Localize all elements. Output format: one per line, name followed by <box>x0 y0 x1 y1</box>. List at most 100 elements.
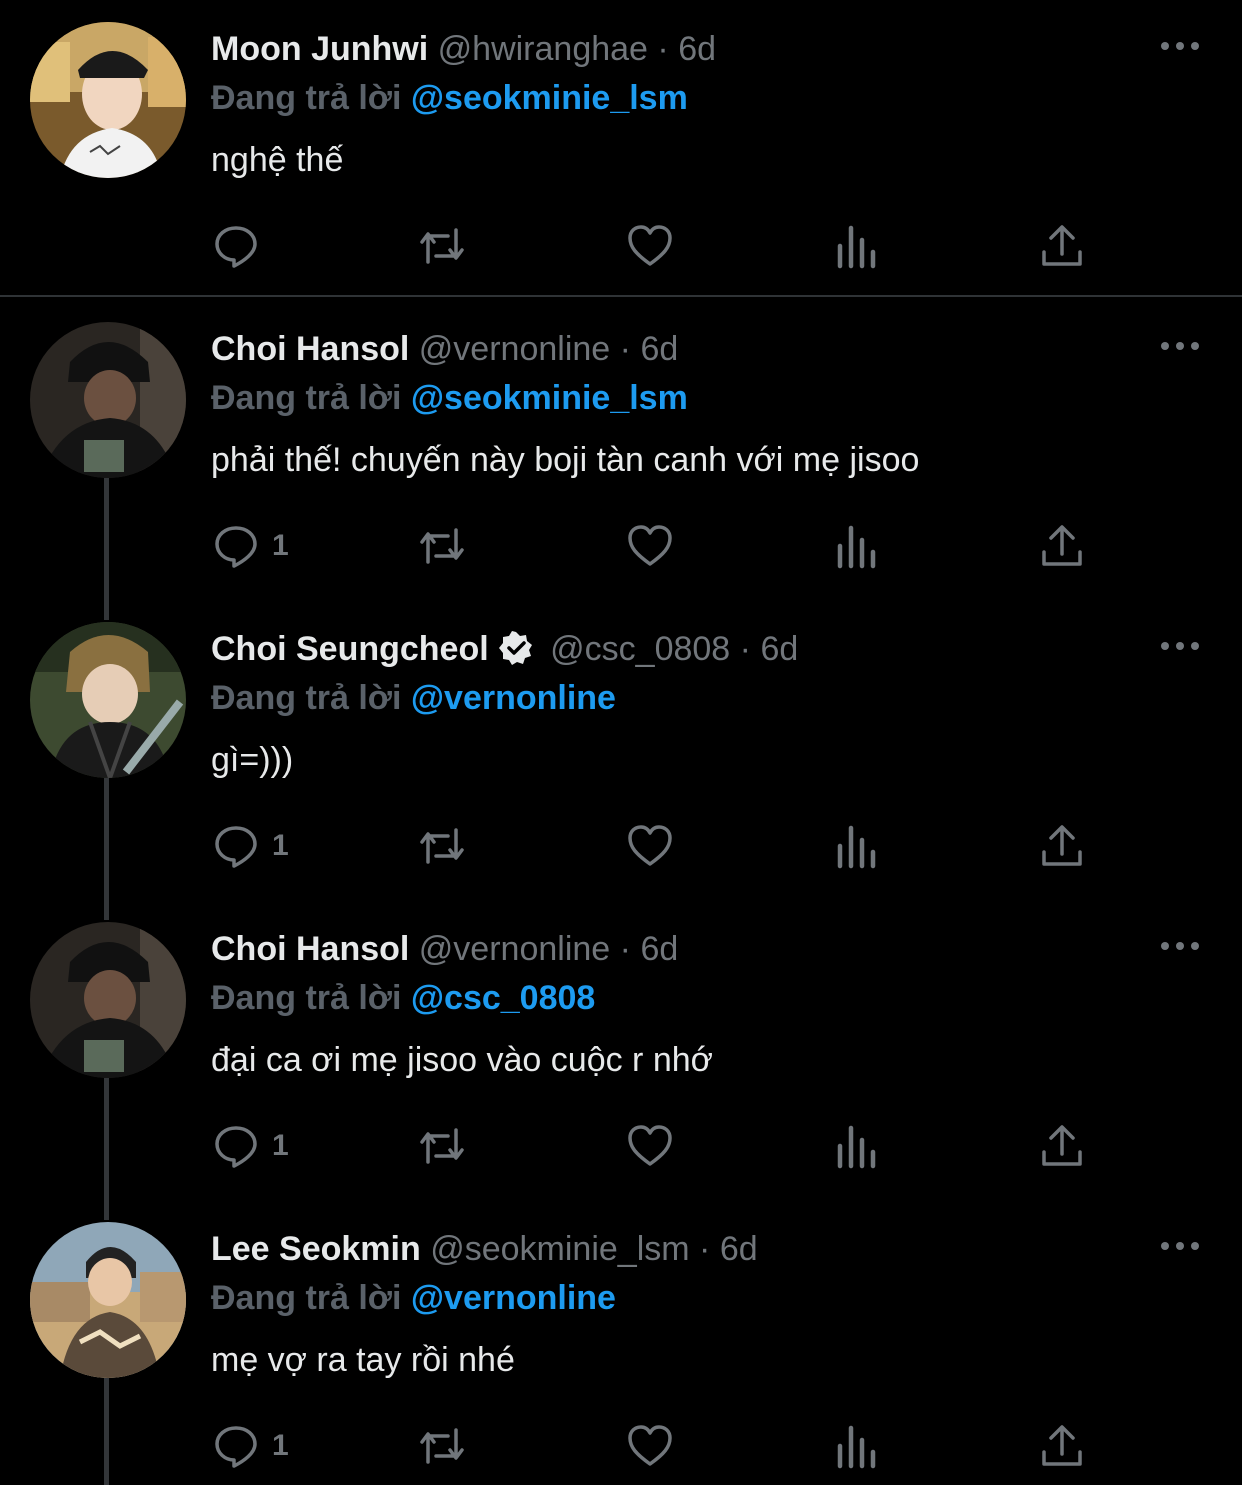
share-icon <box>1042 825 1082 866</box>
timestamp[interactable]: 6d <box>640 330 678 368</box>
separator-dot: · <box>699 1230 711 1268</box>
retweet-button[interactable] <box>418 816 466 876</box>
tweet-actions: 1 <box>0 816 1242 876</box>
reply-button[interactable]: 1 <box>212 816 289 876</box>
display-name[interactable]: Moon Junhwi <box>211 30 428 68</box>
avatar[interactable] <box>30 1222 186 1378</box>
tweet-text: đại ca ơi mẹ jisoo vào cuộc r nhớ <box>211 1041 713 1079</box>
avatar[interactable] <box>30 922 186 1078</box>
analytics-button[interactable] <box>832 516 880 576</box>
tweet-text: phải thế! chuyến này boji tàn canh với m… <box>211 441 920 479</box>
analytics-button[interactable] <box>832 1116 880 1176</box>
like-button[interactable] <box>626 816 674 876</box>
like-icon <box>628 1425 672 1466</box>
tweet-actions: 1 <box>0 1416 1242 1476</box>
display-name[interactable]: Choi Hansol <box>211 930 409 968</box>
more-options-icon[interactable] <box>1158 936 1202 956</box>
reply-button[interactable]: 1 <box>212 516 289 576</box>
mention-link[interactable]: @csc_0808 <box>411 979 595 1017</box>
analytics-icon <box>837 225 876 269</box>
tweet-actions <box>0 216 1242 276</box>
analytics-button[interactable] <box>832 816 880 876</box>
reply-icon <box>215 826 257 868</box>
avatar[interactable] <box>30 322 186 478</box>
replying-to: Đang trả lời @vernonline <box>211 677 616 719</box>
share-button[interactable] <box>1038 516 1086 576</box>
retweet-button[interactable] <box>418 1416 466 1476</box>
timestamp[interactable]: 6d <box>760 630 798 668</box>
share-button[interactable] <box>1038 1116 1086 1176</box>
reply-button[interactable]: 1 <box>212 1416 289 1476</box>
like-button[interactable] <box>626 1116 674 1176</box>
tweet[interactable]: Choi Seungcheol @csc_0808 · 6d Đang trả … <box>0 600 1242 900</box>
reply-count: 1 <box>272 529 289 562</box>
separator-dot: · <box>619 930 631 968</box>
retweet-icon <box>420 528 464 564</box>
user-handle[interactable]: @vernonline <box>419 330 610 368</box>
timestamp[interactable]: 6d <box>640 930 678 968</box>
avatar[interactable] <box>30 622 186 778</box>
user-handle[interactable]: @vernonline <box>419 930 610 968</box>
reply-button[interactable]: 1 <box>212 1116 289 1176</box>
tweet-text: gì=))) <box>211 741 294 779</box>
more-options-icon[interactable] <box>1158 36 1202 56</box>
mention-link[interactable]: @vernonline <box>411 679 616 717</box>
like-icon <box>628 1125 672 1166</box>
mention-link[interactable]: @seokminie_lsm <box>411 79 688 117</box>
replying-to-label: Đang trả lời <box>211 79 402 117</box>
analytics-icon <box>837 1125 876 1169</box>
like-button[interactable] <box>626 516 674 576</box>
tweet[interactable]: Moon Junhwi @hwiranghae · 6d Đang trả lờ… <box>0 0 1242 295</box>
display-name[interactable]: Choi Hansol <box>211 330 409 368</box>
retweet-icon <box>420 1428 464 1464</box>
share-button[interactable] <box>1038 816 1086 876</box>
tweet[interactable]: Choi Hansol @vernonline · 6d Đang trả lờ… <box>0 300 1242 600</box>
replying-to-label: Đang trả lời <box>211 679 402 717</box>
retweet-button[interactable] <box>418 1116 466 1176</box>
reply-button[interactable] <box>212 216 272 276</box>
more-options-icon[interactable] <box>1158 636 1202 656</box>
display-name[interactable]: Lee Seokmin <box>211 1230 421 1268</box>
display-name[interactable]: Choi Seungcheol <box>211 630 489 668</box>
tweet-header: Choi Hansol @vernonline · 6d <box>211 928 678 970</box>
like-button[interactable] <box>626 1416 674 1476</box>
replying-to-label: Đang trả lời <box>211 379 402 417</box>
tweet-actions: 1 <box>0 1116 1242 1176</box>
avatar[interactable] <box>30 22 186 178</box>
analytics-icon <box>837 525 876 569</box>
tweet-header: Choi Seungcheol @csc_0808 · 6d <box>211 628 798 670</box>
share-icon <box>1042 225 1082 266</box>
timestamp[interactable]: 6d <box>720 1230 758 1268</box>
retweet-button[interactable] <box>418 516 466 576</box>
replying-to-label: Đang trả lời <box>211 979 402 1017</box>
share-button[interactable] <box>1038 216 1086 276</box>
retweet-icon <box>420 828 464 864</box>
replying-to: Đang trả lời @csc_0808 <box>211 977 595 1019</box>
user-handle[interactable]: @hwiranghae <box>438 30 648 68</box>
more-options-icon[interactable] <box>1158 1236 1202 1256</box>
reply-icon <box>215 226 257 268</box>
tweet[interactable]: Choi Hansol @vernonline · 6d Đang trả lờ… <box>0 900 1242 1200</box>
user-handle[interactable]: @seokminie_lsm <box>430 1230 689 1268</box>
like-button[interactable] <box>626 216 674 276</box>
timeline-divider <box>0 295 1242 297</box>
timestamp[interactable]: 6d <box>678 30 716 68</box>
tweet-text: nghệ thế <box>211 141 344 179</box>
separator-dot: · <box>619 330 631 368</box>
tweet-header: Lee Seokmin @seokminie_lsm · 6d <box>211 1228 758 1270</box>
more-options-icon[interactable] <box>1158 336 1202 356</box>
mention-link[interactable]: @vernonline <box>411 1279 616 1317</box>
retweet-icon <box>420 228 464 264</box>
tweet[interactable]: Lee Seokmin @seokminie_lsm · 6d Đang trả… <box>0 1200 1242 1485</box>
retweet-button[interactable] <box>418 216 466 276</box>
share-button[interactable] <box>1038 1416 1086 1476</box>
reply-icon <box>215 1426 257 1468</box>
analytics-button[interactable] <box>832 216 880 276</box>
replying-to: Đang trả lời @seokminie_lsm <box>211 377 688 419</box>
replying-to: Đang trả lời @vernonline <box>211 1277 616 1319</box>
tweet-header: Choi Hansol @vernonline · 6d <box>211 328 678 370</box>
reply-count: 1 <box>272 1429 289 1462</box>
mention-link[interactable]: @seokminie_lsm <box>411 379 688 417</box>
user-handle[interactable]: @csc_0808 <box>550 630 730 668</box>
analytics-button[interactable] <box>832 1416 880 1476</box>
